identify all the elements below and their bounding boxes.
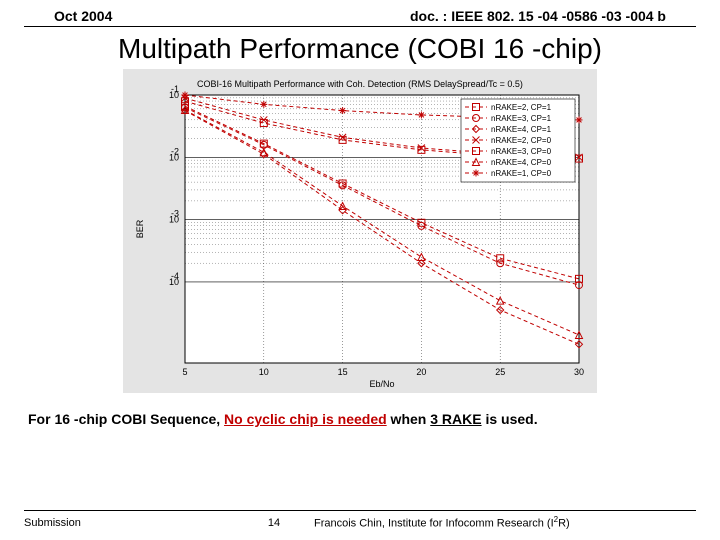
svg-text:nRAKE=2, CP=1: nRAKE=2, CP=1	[491, 103, 552, 112]
svg-text:-1: -1	[171, 84, 179, 94]
header-date: Oct 2004	[54, 8, 112, 24]
svg-text:nRAKE=2, CP=0: nRAKE=2, CP=0	[491, 136, 552, 145]
caption-suffix: is used.	[482, 411, 538, 427]
svg-text:nRAKE=3, CP=1: nRAKE=3, CP=1	[491, 114, 552, 123]
svg-text:nRAKE=1, CP=0: nRAKE=1, CP=0	[491, 169, 552, 178]
svg-text:20: 20	[416, 367, 426, 377]
slide-header: Oct 2004 doc. : IEEE 802. 15 -04 -0586 -…	[24, 0, 696, 27]
footer-page: 14	[234, 517, 314, 529]
slide-footer: Submission 14 Francois Chin, Institute f…	[24, 510, 696, 530]
svg-text:30: 30	[574, 367, 584, 377]
svg-text:BER: BER	[135, 219, 145, 238]
svg-text:10: 10	[259, 367, 269, 377]
caption-highlight: No cyclic chip is needed	[224, 411, 387, 427]
svg-text:15: 15	[338, 367, 348, 377]
caption: For 16 -chip COBI Sequence, No cyclic ch…	[28, 411, 692, 427]
footer-affiliation: Francois Chin, Institute for Infocomm Re…	[314, 515, 696, 530]
caption-mid: when	[387, 411, 431, 427]
ber-chart: COBI-16 Multipath Performance with Coh. …	[129, 75, 591, 391]
svg-text:nRAKE=3, CP=0: nRAKE=3, CP=0	[491, 147, 552, 156]
header-doc: doc. : IEEE 802. 15 -04 -0586 -03 -004 b	[410, 8, 666, 24]
svg-text:Eb/No: Eb/No	[369, 379, 394, 389]
svg-text:-3: -3	[171, 209, 179, 219]
svg-text:5: 5	[182, 367, 187, 377]
chart-container: COBI-16 Multipath Performance with Coh. …	[0, 69, 720, 393]
svg-text:-4: -4	[171, 271, 179, 281]
svg-text:-2: -2	[171, 146, 179, 156]
svg-text:nRAKE=4, CP=1: nRAKE=4, CP=1	[491, 125, 552, 134]
svg-text:COBI-16 Multipath Performance: COBI-16 Multipath Performance with Coh. …	[197, 79, 523, 89]
footer-submission: Submission	[24, 517, 234, 529]
caption-underline: 3 RAKE	[430, 411, 481, 427]
caption-prefix: For 16 -chip COBI Sequence,	[28, 411, 224, 427]
page-title: Multipath Performance (COBI 16 -chip)	[0, 33, 720, 65]
svg-text:25: 25	[495, 367, 505, 377]
svg-text:nRAKE=4, CP=0: nRAKE=4, CP=0	[491, 158, 552, 167]
